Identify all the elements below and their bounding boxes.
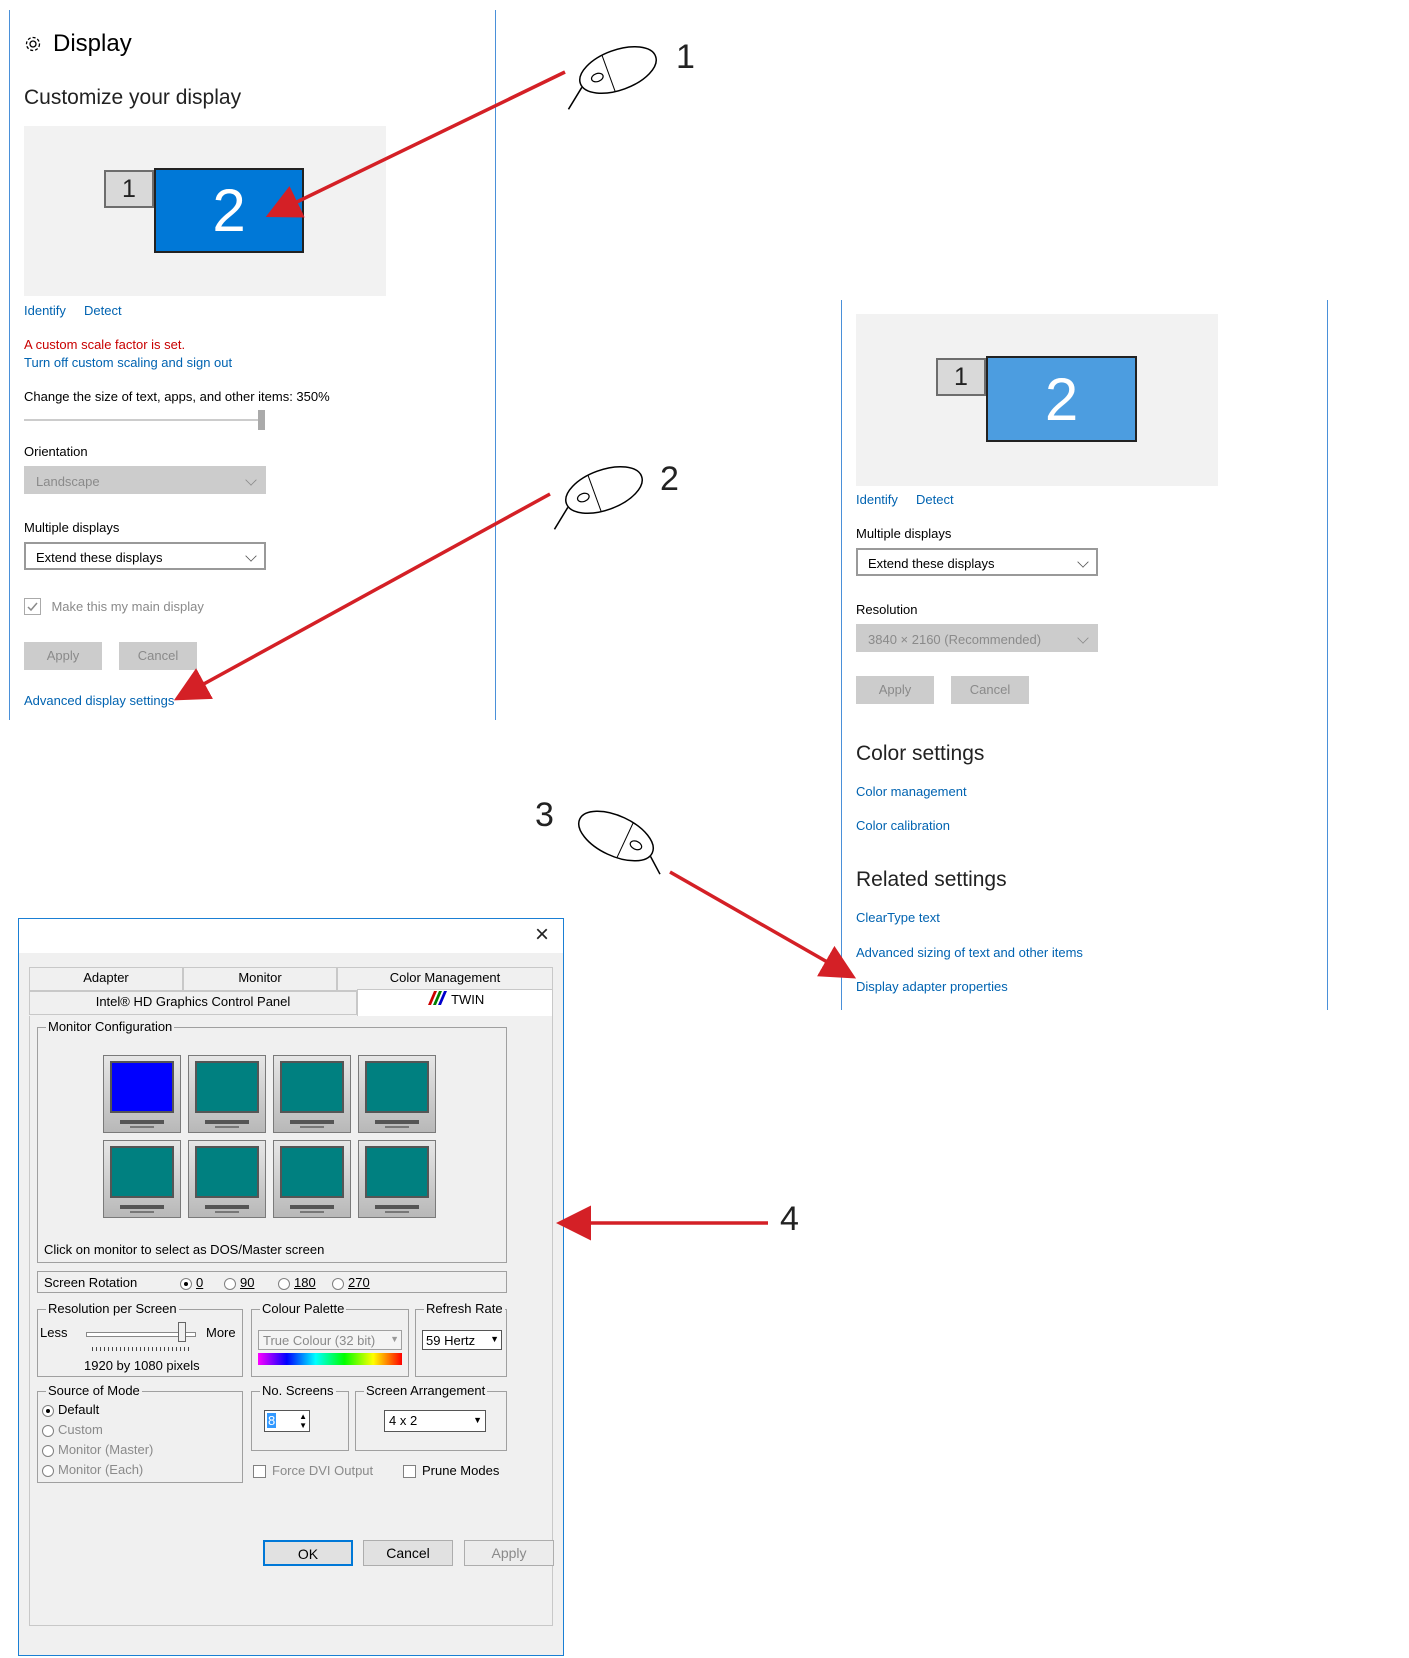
mouse-icon [578,810,661,875]
callout-arrow-3 [669,870,857,979]
mouse-icon [553,466,643,530]
callout-number-2: 2 [660,460,679,498]
callout-arrow-1 [265,70,566,218]
callout-arrow-2 [173,492,551,701]
callout-number-1: 1 [676,38,695,76]
mouse-icon [567,46,657,110]
callout-number-3: 3 [535,796,554,834]
callout-number-4: 4 [780,1200,799,1238]
callout-overlay [173,46,857,1241]
